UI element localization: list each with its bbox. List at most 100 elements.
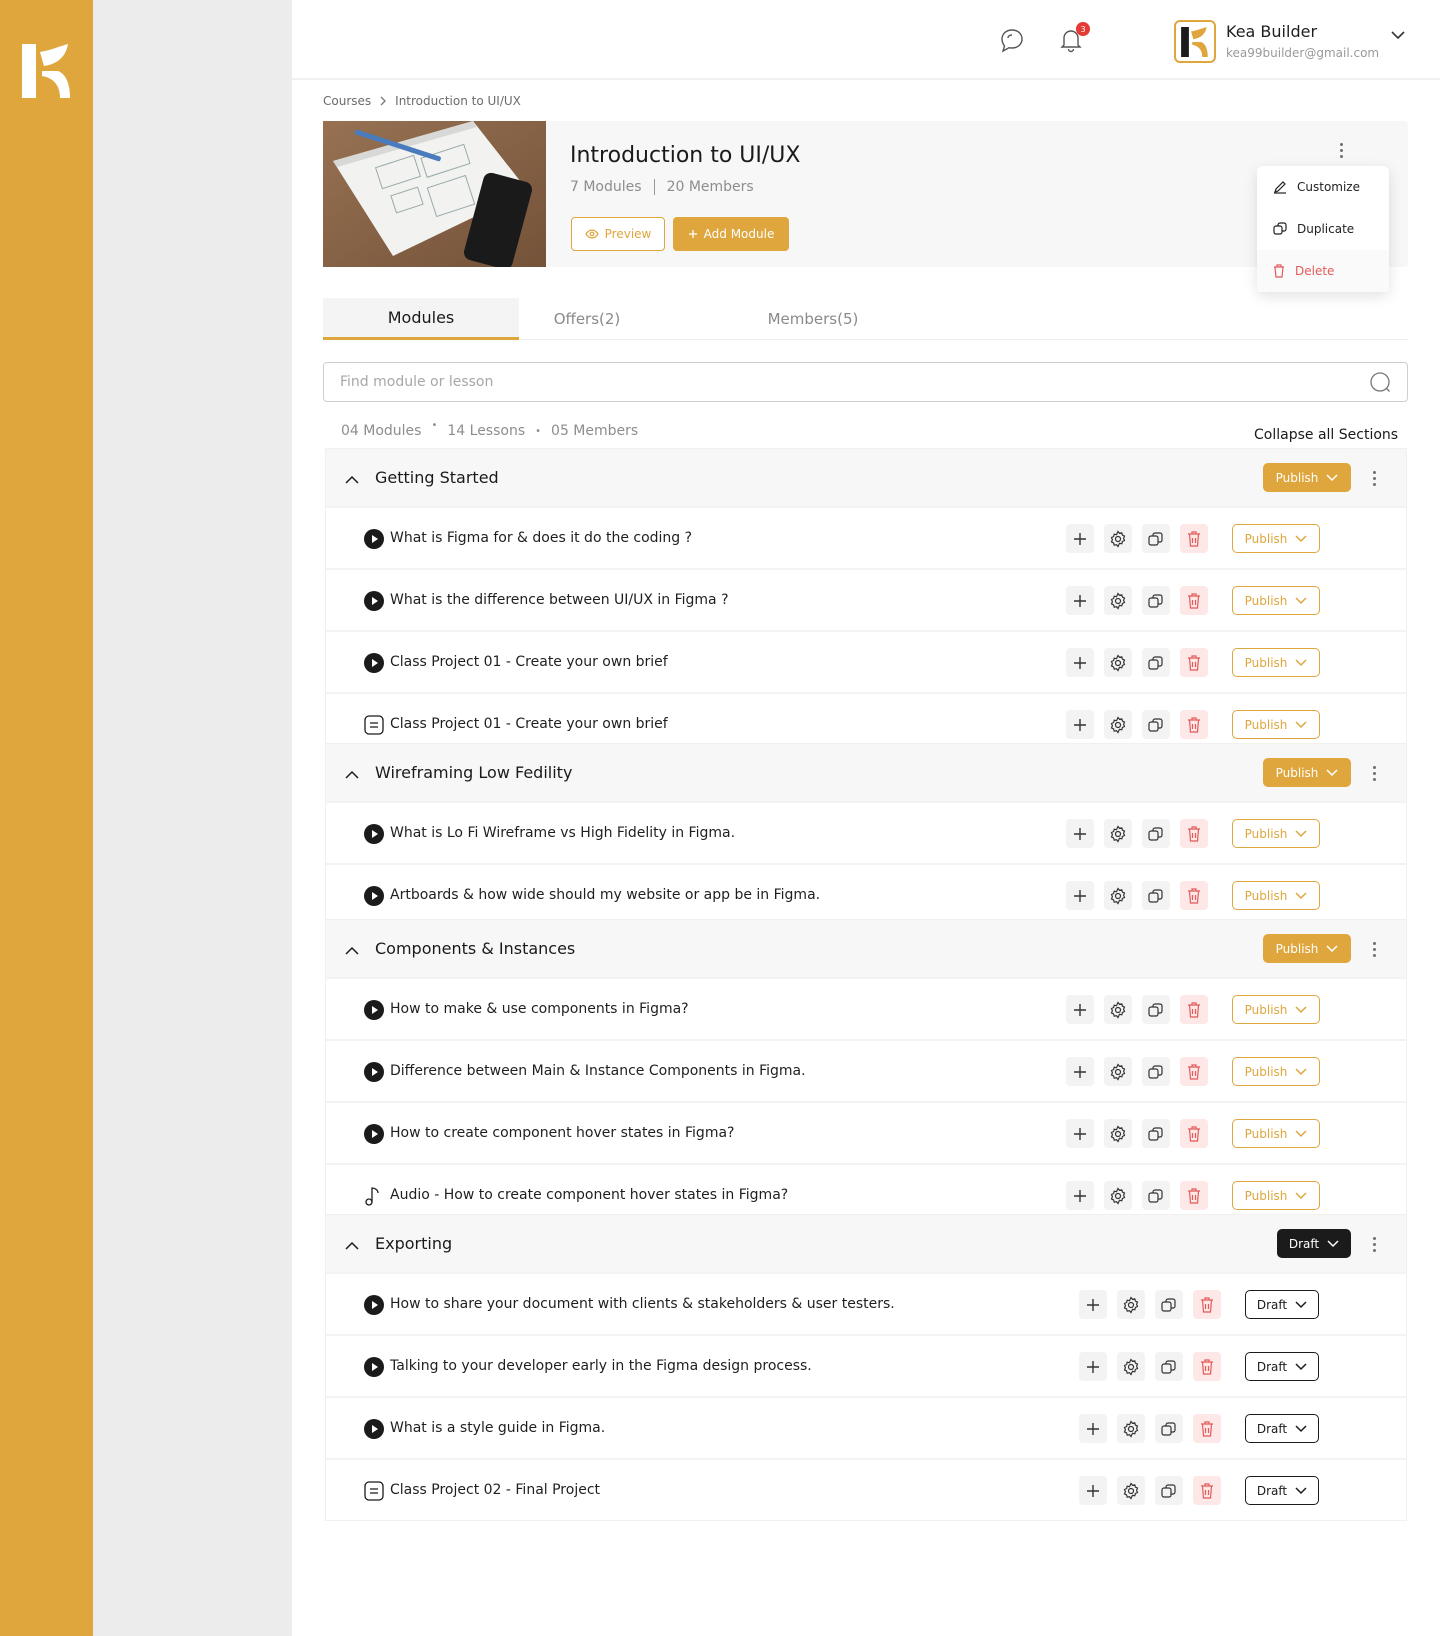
add-lesson-button[interactable] (1066, 648, 1094, 677)
kea-logo[interactable] (22, 44, 72, 98)
add-lesson-button[interactable] (1079, 1476, 1107, 1505)
settings-button[interactable] (1104, 819, 1132, 848)
add-lesson-button[interactable] (1066, 995, 1094, 1024)
lesson-status-dropdown[interactable]: Draft (1245, 1414, 1319, 1443)
delete-button[interactable] (1180, 1119, 1208, 1148)
module-header[interactable]: Components & Instances Publish (326, 920, 1406, 977)
tab-modules[interactable]: Modules (323, 298, 519, 340)
module-more-icon[interactable] (1369, 471, 1379, 486)
lesson-row[interactable]: What is Lo Fi Wireframe vs High Fidelity… (326, 801, 1406, 863)
settings-button[interactable] (1117, 1476, 1145, 1505)
add-lesson-button[interactable] (1066, 1057, 1094, 1086)
menu-item-customize[interactable]: Customize (1257, 166, 1389, 208)
duplicate-button[interactable] (1142, 648, 1170, 677)
module-status-dropdown[interactable]: Publish (1263, 758, 1351, 787)
module-more-icon[interactable] (1369, 766, 1379, 781)
settings-button[interactable] (1104, 1119, 1132, 1148)
chevron-up-icon[interactable] (344, 1236, 360, 1255)
duplicate-button[interactable] (1155, 1290, 1183, 1319)
duplicate-button[interactable] (1142, 710, 1170, 739)
module-more-icon[interactable] (1369, 1237, 1379, 1252)
add-lesson-button[interactable] (1066, 819, 1094, 848)
settings-button[interactable] (1104, 1181, 1132, 1210)
tab-offers[interactable]: Offers(2) (519, 298, 655, 340)
menu-item-delete[interactable]: Delete (1257, 250, 1389, 292)
settings-button[interactable] (1104, 648, 1132, 677)
module-header[interactable]: Wireframing Low Fedility Publish (326, 744, 1406, 801)
user-menu-chevron-icon[interactable] (1390, 26, 1406, 45)
delete-button[interactable] (1180, 881, 1208, 910)
lesson-row[interactable]: How to share your document with clients … (326, 1272, 1406, 1334)
delete-button[interactable] (1180, 1181, 1208, 1210)
lesson-status-dropdown[interactable]: Draft (1245, 1476, 1319, 1505)
chat-icon[interactable] (996, 24, 1028, 56)
collapse-all-button[interactable]: Collapse all Sections (1254, 427, 1398, 443)
settings-button[interactable] (1104, 1057, 1132, 1086)
delete-button[interactable] (1180, 586, 1208, 615)
settings-button[interactable] (1117, 1414, 1145, 1443)
preview-button[interactable]: Preview (571, 217, 665, 251)
add-lesson-button[interactable] (1066, 524, 1094, 553)
settings-button[interactable] (1104, 524, 1132, 553)
lesson-row[interactable]: Artboards & how wide should my website o… (326, 863, 1406, 925)
module-header[interactable]: Getting Started Publish (326, 449, 1406, 506)
delete-button[interactable] (1193, 1352, 1221, 1381)
lesson-row[interactable]: What is a style guide in Figma. Draft (326, 1396, 1406, 1458)
chevron-up-icon[interactable] (344, 470, 360, 489)
delete-button[interactable] (1180, 1057, 1208, 1086)
lesson-status-dropdown[interactable]: Publish (1232, 881, 1320, 910)
delete-button[interactable] (1180, 710, 1208, 739)
add-lesson-button[interactable] (1079, 1414, 1107, 1443)
lesson-status-dropdown[interactable]: Publish (1232, 586, 1320, 615)
lesson-status-dropdown[interactable]: Publish (1232, 648, 1320, 677)
lesson-row[interactable]: How to make & use components in Figma? P… (326, 977, 1406, 1039)
module-more-icon[interactable] (1369, 942, 1379, 957)
lesson-row[interactable]: Talking to your developer early in the F… (326, 1334, 1406, 1396)
breadcrumb-courses[interactable]: Courses (323, 94, 371, 108)
settings-button[interactable] (1104, 710, 1132, 739)
chevron-up-icon[interactable] (344, 765, 360, 784)
avatar[interactable] (1174, 20, 1216, 63)
duplicate-button[interactable] (1142, 1119, 1170, 1148)
course-more-icon[interactable] (1336, 143, 1346, 158)
duplicate-button[interactable] (1142, 995, 1170, 1024)
bell-icon[interactable]: 3 (1058, 22, 1090, 54)
delete-button[interactable] (1180, 995, 1208, 1024)
lesson-row[interactable]: Difference between Main & Instance Compo… (326, 1039, 1406, 1101)
module-status-dropdown[interactable]: Publish (1263, 463, 1351, 492)
duplicate-button[interactable] (1155, 1414, 1183, 1443)
add-lesson-button[interactable] (1066, 1119, 1094, 1148)
delete-button[interactable] (1193, 1414, 1221, 1443)
duplicate-button[interactable] (1155, 1352, 1183, 1381)
search-icon[interactable] (1369, 371, 1391, 393)
settings-button[interactable] (1104, 586, 1132, 615)
duplicate-button[interactable] (1142, 524, 1170, 553)
lesson-row[interactable]: What is the difference between UI/UX in … (326, 568, 1406, 630)
settings-button[interactable] (1117, 1352, 1145, 1381)
delete-button[interactable] (1180, 648, 1208, 677)
add-module-button[interactable]: Add Module (673, 217, 789, 251)
module-status-dropdown[interactable]: Draft (1277, 1229, 1351, 1258)
lesson-row[interactable]: Class Project 02 - Final Project Draft (326, 1458, 1406, 1520)
duplicate-button[interactable] (1142, 881, 1170, 910)
lesson-status-dropdown[interactable]: Publish (1232, 1057, 1320, 1086)
duplicate-button[interactable] (1142, 1181, 1170, 1210)
delete-button[interactable] (1180, 819, 1208, 848)
duplicate-button[interactable] (1142, 586, 1170, 615)
lesson-status-dropdown[interactable]: Publish (1232, 1181, 1320, 1210)
settings-button[interactable] (1104, 881, 1132, 910)
add-lesson-button[interactable] (1066, 881, 1094, 910)
settings-button[interactable] (1117, 1290, 1145, 1319)
lesson-status-dropdown[interactable]: Publish (1232, 710, 1320, 739)
delete-button[interactable] (1180, 524, 1208, 553)
lesson-status-dropdown[interactable]: Publish (1232, 1119, 1320, 1148)
search-input[interactable] (340, 374, 1369, 390)
lesson-row[interactable]: What is Figma for & does it do the codin… (326, 506, 1406, 568)
lesson-status-dropdown[interactable]: Publish (1232, 995, 1320, 1024)
lesson-status-dropdown[interactable]: Publish (1232, 819, 1320, 848)
delete-button[interactable] (1193, 1476, 1221, 1505)
add-lesson-button[interactable] (1079, 1352, 1107, 1381)
tab-members[interactable]: Members(5) (733, 298, 893, 340)
lesson-status-dropdown[interactable]: Draft (1245, 1290, 1319, 1319)
duplicate-button[interactable] (1155, 1476, 1183, 1505)
